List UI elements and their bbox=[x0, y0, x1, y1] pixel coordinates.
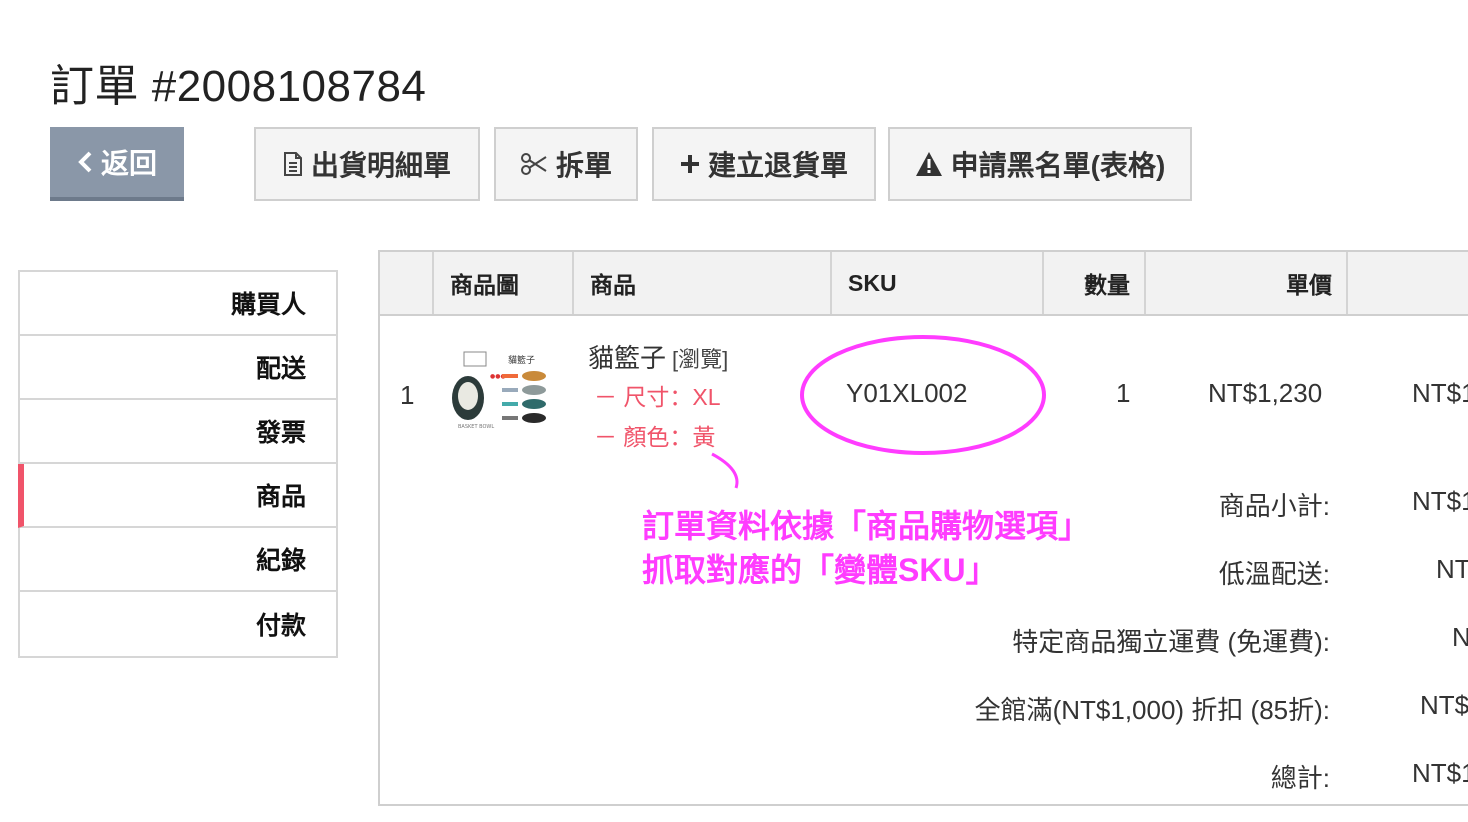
product-option-color: － 顏色：黃 bbox=[594, 424, 716, 450]
tab-records[interactable]: 紀錄 bbox=[20, 528, 336, 592]
column-header-unit-price: 單價 bbox=[1144, 252, 1346, 314]
tab-buyer-label: 購買人 bbox=[230, 291, 306, 319]
tab-buyer[interactable]: 購買人 bbox=[20, 272, 336, 336]
view-product-link[interactable]: [瀏覽] bbox=[672, 347, 728, 372]
product-line-total: NT$1 bbox=[1412, 378, 1468, 408]
product-unit-price: NT$1,230 bbox=[1208, 378, 1323, 408]
tab-invoice-label: 發票 bbox=[255, 419, 306, 447]
column-header-image: 商品圖 bbox=[432, 252, 572, 314]
back-button-label: 返回 bbox=[100, 148, 157, 179]
subtotal-value: NT$1 bbox=[1412, 486, 1468, 516]
tab-payment-label: 付款 bbox=[255, 612, 306, 640]
product-thumbnail-graphic: 貓籃子 ●●● BASKET BOWL bbox=[442, 348, 552, 436]
cold-delivery-value: NT bbox=[1436, 554, 1468, 584]
split-order-button[interactable]: 拆單 bbox=[494, 127, 638, 201]
blacklist-request-button[interactable]: 申請黑名單(表格) bbox=[888, 127, 1192, 201]
column-header-total bbox=[1346, 252, 1468, 314]
grand-total-value: NT$1 bbox=[1412, 758, 1468, 788]
split-order-label: 拆單 bbox=[555, 150, 612, 181]
discount-value: NT$ bbox=[1420, 690, 1468, 720]
tab-invoice[interactable]: 發票 bbox=[20, 400, 336, 464]
product-name-text: 貓籃子 bbox=[588, 343, 667, 373]
plus-icon bbox=[680, 154, 700, 174]
tab-shipping-label: 配送 bbox=[255, 355, 306, 383]
blacklist-request-label: 申請黑名單(表格) bbox=[950, 150, 1166, 181]
column-header-sku: SKU bbox=[830, 252, 1042, 314]
independent-shipping-label: 特定商品獨立運費 (免運費): bbox=[1012, 627, 1330, 657]
row-index: 1 bbox=[400, 380, 415, 410]
annotation-line-2: 抓取對應的「變體SKU」 bbox=[642, 552, 998, 588]
thumbnail-caption: 貓籃子 bbox=[508, 354, 535, 366]
shipping-detail-label: 出貨明細單 bbox=[310, 150, 451, 181]
tab-payment[interactable]: 付款 bbox=[20, 592, 336, 656]
table-header: 商品圖 商品 SKU 數量 單價 bbox=[380, 252, 1468, 316]
thumbnail-subcaption: BASKET BOWL bbox=[458, 424, 494, 430]
product-name: 貓籃子 [瀏覽] bbox=[588, 338, 728, 375]
chevron-left-icon bbox=[77, 151, 93, 173]
product-option-size: － 尺寸：XL bbox=[594, 384, 721, 410]
annotation-line-1: 訂單資料依據「商品購物選項」 bbox=[642, 508, 1091, 544]
tab-products-label: 商品 bbox=[255, 483, 306, 511]
column-header-quantity: 數量 bbox=[1042, 252, 1144, 314]
back-button[interactable]: 返回 bbox=[50, 127, 184, 201]
independent-shipping-value: N bbox=[1452, 622, 1468, 652]
discount-label: 全館滿(NT$1,000) 折扣 (85折): bbox=[974, 695, 1330, 725]
subtotal-label: 商品小計: bbox=[1218, 491, 1330, 521]
product-thumbnail[interactable]: 貓籃子 ●●● BASKET BOWL bbox=[442, 348, 552, 436]
annotation-note: 訂單資料依據「商品購物選項」 抓取對應的「變體SKU」 bbox=[642, 504, 1090, 592]
document-icon bbox=[283, 151, 303, 177]
create-return-button[interactable]: 建立退貨單 bbox=[652, 127, 876, 201]
product-sku: Y01XL002 bbox=[846, 378, 968, 408]
column-header-product: 商品 bbox=[572, 252, 830, 314]
tab-shipping[interactable]: 配送 bbox=[20, 336, 336, 400]
order-section-tabs: 購買人 配送 發票 商品 紀錄 付款 bbox=[18, 270, 338, 658]
warning-icon bbox=[915, 151, 943, 177]
shipping-detail-button[interactable]: 出貨明細單 bbox=[254, 127, 480, 201]
grand-total-label: 總計: bbox=[1270, 763, 1330, 793]
product-quantity: 1 bbox=[1116, 378, 1131, 408]
create-return-label: 建立退貨單 bbox=[707, 150, 848, 181]
tab-records-label: 紀錄 bbox=[255, 547, 306, 575]
page-title: 訂單 #2008108784 bbox=[50, 62, 427, 111]
cold-delivery-label: 低溫配送: bbox=[1218, 559, 1330, 589]
tab-products[interactable]: 商品 bbox=[18, 464, 336, 528]
scissors-icon bbox=[520, 153, 548, 175]
